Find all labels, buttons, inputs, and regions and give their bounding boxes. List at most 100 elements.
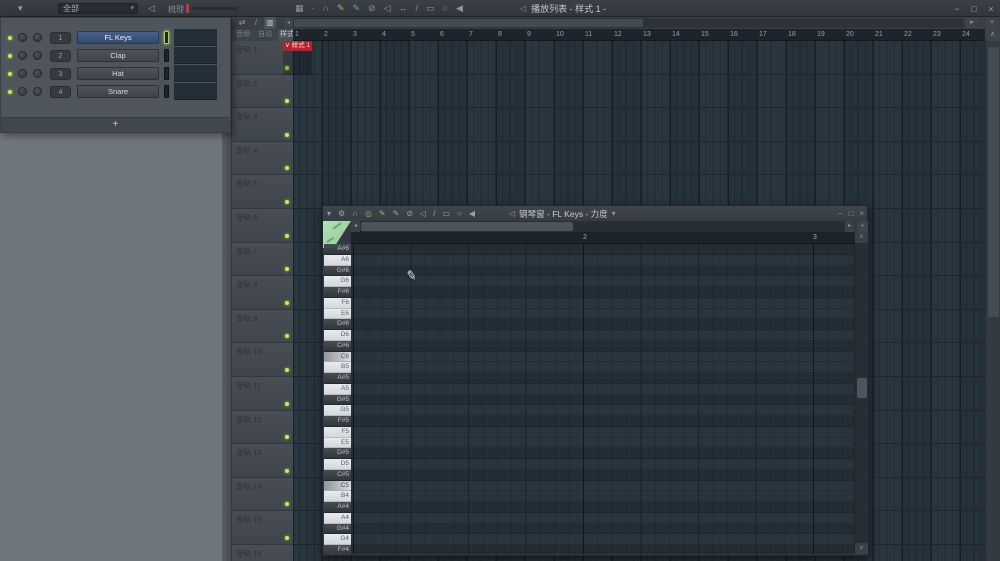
- piano-key[interactable]: B4: [324, 491, 351, 502]
- maximize-button[interactable]: □: [969, 4, 979, 14]
- track-header[interactable]: 音轨 4: [232, 141, 293, 176]
- draw-tool-icon[interactable]: ✎: [337, 0, 345, 17]
- piano-key[interactable]: D#6: [324, 319, 351, 330]
- slice-tool-icon[interactable]: /: [416, 0, 419, 17]
- close-button[interactable]: ×: [986, 4, 996, 14]
- clip-source-tab[interactable]: 音频: [234, 29, 252, 41]
- piano-key[interactable]: A#6: [324, 244, 351, 255]
- paint-tool-icon[interactable]: ✎: [353, 0, 361, 17]
- track-mute-led[interactable]: [285, 502, 289, 507]
- zoom-plus-button[interactable]: +: [986, 18, 998, 28]
- track-header[interactable]: 音轨 16: [232, 544, 293, 561]
- pan-knob[interactable]: [18, 87, 27, 96]
- track-header[interactable]: 音轨 8: [232, 276, 293, 310]
- line-icon[interactable]: /: [250, 17, 262, 29]
- volume-knob[interactable]: [33, 87, 42, 96]
- piano-key[interactable]: F#5: [324, 416, 351, 427]
- track-mute-led[interactable]: [285, 535, 289, 540]
- track-header[interactable]: 音轨 9: [232, 309, 293, 344]
- close-button[interactable]: ×: [859, 209, 864, 218]
- piano-key[interactable]: G#5: [324, 394, 351, 406]
- track-mute-led[interactable]: [285, 401, 289, 406]
- scroll-up-icon[interactable]: ∧: [986, 30, 999, 41]
- volume-knob[interactable]: [33, 33, 42, 42]
- magnet-icon[interactable]: ∩: [323, 0, 329, 17]
- track-header[interactable]: 音轨 7: [232, 242, 293, 277]
- channel-name-button[interactable]: Clap: [77, 49, 159, 62]
- piano-roll-titlebar[interactable]: ▾ ⚙ ∩ ◎ ✎ ✎ ⊘ ◁ / ▭ ○ ◀ ◁ 钢琴窗 - FL Keys - 力度 ▾ − □ …: [323, 206, 867, 221]
- chevron-down-icon[interactable]: ▾: [612, 209, 616, 218]
- clip-source-tab[interactable]: 自动: [256, 29, 274, 41]
- scrollbar-handle[interactable]: [857, 378, 867, 398]
- piano-key[interactable]: A5: [324, 383, 351, 395]
- piano-key[interactable]: G5: [324, 405, 351, 416]
- track-mute-led[interactable]: [285, 166, 289, 171]
- piano-key[interactable]: D5: [324, 459, 351, 470]
- mute-tool-icon[interactable]: ◁: [420, 209, 426, 218]
- add-channel-button[interactable]: +: [1, 117, 230, 132]
- draw-tool-icon[interactable]: ✎: [379, 209, 386, 218]
- dot-icon[interactable]: ·: [312, 0, 315, 17]
- track-mute-led[interactable]: [285, 132, 289, 137]
- piano-key[interactable]: D#5: [324, 448, 351, 459]
- zoom-tool-icon[interactable]: ○: [457, 209, 462, 218]
- track-header[interactable]: 音轨 15: [232, 511, 293, 545]
- tools-icon[interactable]: ⚙: [338, 209, 345, 218]
- track-header[interactable]: 音轨 6: [232, 208, 293, 243]
- scroll-right-icon[interactable]: ▸: [966, 18, 978, 28]
- mixer-target-pill[interactable]: [164, 85, 169, 98]
- track-mute-led[interactable]: [285, 99, 289, 104]
- piano-roll-grid[interactable]: [351, 244, 854, 554]
- monitor-speaker-icon[interactable]: ◁: [148, 3, 155, 14]
- piano-key[interactable]: E5: [324, 437, 351, 449]
- track-mute-led[interactable]: [285, 367, 289, 372]
- piano-key[interactable]: B5: [324, 362, 351, 373]
- track-mute-led[interactable]: [285, 233, 289, 238]
- piano-key[interactable]: F5: [324, 426, 351, 438]
- piano-view-icon[interactable]: ▥: [264, 17, 276, 29]
- volume-knob[interactable]: [33, 69, 42, 78]
- clip-menu-arrow-icon[interactable]: ∨: [285, 42, 290, 49]
- track-mute-led[interactable]: [285, 267, 289, 272]
- speaker-icon[interactable]: ◁: [520, 4, 526, 13]
- piano-key[interactable]: E6: [324, 308, 351, 320]
- scrollbar-handle[interactable]: [988, 47, 999, 317]
- track-header[interactable]: 音轨 2: [232, 74, 293, 109]
- track-mute-led[interactable]: [285, 300, 289, 305]
- playlist-timeline-ruler[interactable]: 1 2 3 4 5 6 7 8 9 10 11 12 13 14 15 16 17 18 19 20 21 22 23 24: [293, 29, 985, 41]
- piano-key[interactable]: C6: [324, 351, 351, 363]
- paint-tool-icon[interactable]: ✎: [393, 209, 400, 218]
- pattern-clip[interactable]: ∨ 样式 1: [283, 41, 312, 75]
- collapse-arrow-icon[interactable]: ◂: [284, 18, 293, 28]
- piano-key[interactable]: G4: [324, 534, 351, 545]
- piano-key[interactable]: A#5: [324, 373, 351, 384]
- pan-knob[interactable]: [18, 33, 27, 42]
- scrollbar-handle[interactable]: [294, 19, 643, 27]
- channel-enable-led[interactable]: [8, 53, 12, 58]
- track-mute-led[interactable]: [285, 435, 289, 440]
- track-grid-lane[interactable]: [293, 141, 985, 176]
- track-mute-led[interactable]: [285, 199, 289, 204]
- piano-key[interactable]: F#4: [324, 545, 351, 554]
- channel-name-button[interactable]: FL Keys: [77, 31, 159, 44]
- channel-name-button[interactable]: Hat: [77, 67, 159, 80]
- crossfade-icon[interactable]: ⇄: [236, 17, 248, 29]
- scroll-right-icon[interactable]: ▸: [845, 221, 854, 232]
- piano-key[interactable]: A4: [324, 512, 351, 524]
- track-mute-led[interactable]: [285, 334, 289, 339]
- piano-key[interactable]: G#6: [324, 265, 351, 277]
- playlist-vertical-scrollbar[interactable]: [985, 41, 1000, 561]
- piano-key[interactable]: C#5: [324, 469, 351, 481]
- preset-filter-dropdown[interactable]: 全部 ▾: [58, 3, 138, 14]
- piano-key[interactable]: F#6: [324, 287, 351, 298]
- piano-key[interactable]: G6: [324, 276, 351, 287]
- piano-roll-ruler[interactable]: 23: [351, 232, 854, 244]
- step-sequencer-lane[interactable]: [174, 47, 217, 64]
- minimize-button[interactable]: −: [838, 209, 843, 218]
- speaker-icon[interactable]: ◁: [509, 209, 515, 218]
- track-header[interactable]: 音轨 3: [232, 108, 293, 142]
- track-grid-lane[interactable]: [293, 41, 985, 75]
- channel-enable-led[interactable]: [8, 35, 12, 40]
- stamp-icon[interactable]: ◎: [365, 209, 372, 218]
- scroll-up-icon[interactable]: ∧: [855, 232, 868, 243]
